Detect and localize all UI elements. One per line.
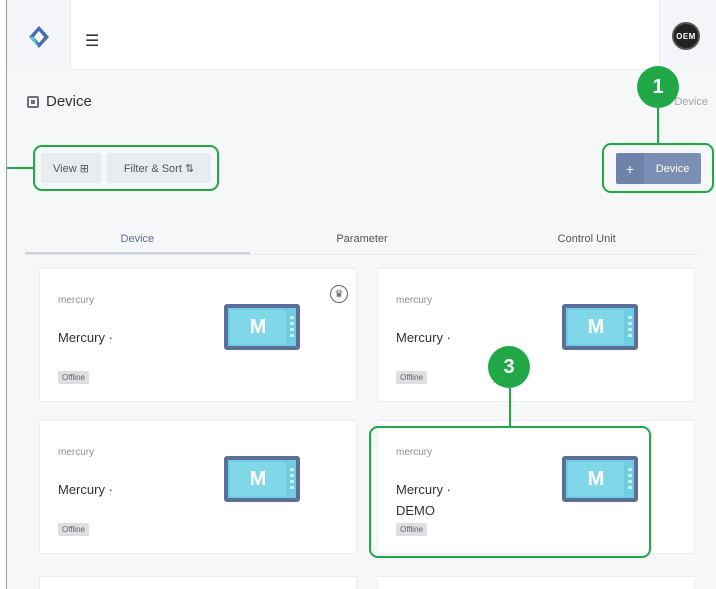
logo-icon[interactable] [27, 25, 51, 49]
page-title-text: Device [46, 93, 92, 110]
tab-device[interactable]: Device [25, 225, 250, 254]
tab-control-unit[interactable]: Control Unit [474, 225, 699, 254]
device-kind: mercury [58, 295, 95, 306]
device-name: Mercury · [396, 330, 451, 345]
callout-line-3 [509, 388, 511, 427]
device-buttons [290, 468, 294, 490]
callout-badge-3: 3 [488, 346, 530, 388]
logo-area[interactable] [7, 0, 71, 70]
status-badge: Offline [58, 523, 89, 536]
device-image: M [562, 304, 638, 350]
status-badge: Offline [396, 371, 427, 384]
device-screen: M [230, 310, 286, 344]
device-buttons [628, 316, 632, 338]
page-title: Device [27, 93, 92, 110]
callout-box-add-device [602, 143, 714, 193]
chip-icon [27, 95, 39, 108]
callout-box-demo-card [369, 426, 651, 558]
callout-box-toolbar [33, 145, 219, 191]
device-card[interactable]: mercury Mercury · Offline M [39, 420, 357, 554]
breadcrumb[interactable]: Device [674, 96, 708, 108]
tab-bar: Device Parameter Control Unit [25, 225, 699, 255]
device-card[interactable]: mercury Mercury · Offline ♛ M [39, 268, 357, 402]
avatar-area[interactable]: OEM [659, 0, 716, 70]
device-kind: mercury [58, 447, 95, 458]
device-name: Mercury · [58, 482, 113, 497]
avatar[interactable]: OEM [672, 22, 700, 50]
device-name: Mercury · [58, 330, 113, 345]
crown-icon[interactable]: ♛ [330, 285, 348, 303]
hamburger-icon[interactable]: ☰ [85, 31, 99, 51]
device-image: M [224, 456, 300, 502]
callout-line-toolbar [7, 167, 33, 169]
device-card[interactable] [377, 576, 695, 589]
tab-parameter[interactable]: Parameter [250, 225, 475, 254]
device-image: M [224, 304, 300, 350]
device-card[interactable]: mercury Mercury · Offline M [377, 268, 695, 402]
device-kind: mercury [396, 295, 433, 306]
callout-badge-1: 1 [637, 66, 679, 108]
status-badge: Offline [58, 371, 89, 384]
device-screen: M [568, 310, 624, 344]
app-window: ☰ OEM Device Device View ⊞ Filter & Sort… [6, 0, 716, 589]
top-bar: ☰ OEM [7, 0, 716, 70]
device-card[interactable] [39, 576, 357, 589]
callout-line-1 [657, 108, 659, 144]
device-buttons [290, 316, 294, 338]
device-screen: M [230, 462, 286, 496]
